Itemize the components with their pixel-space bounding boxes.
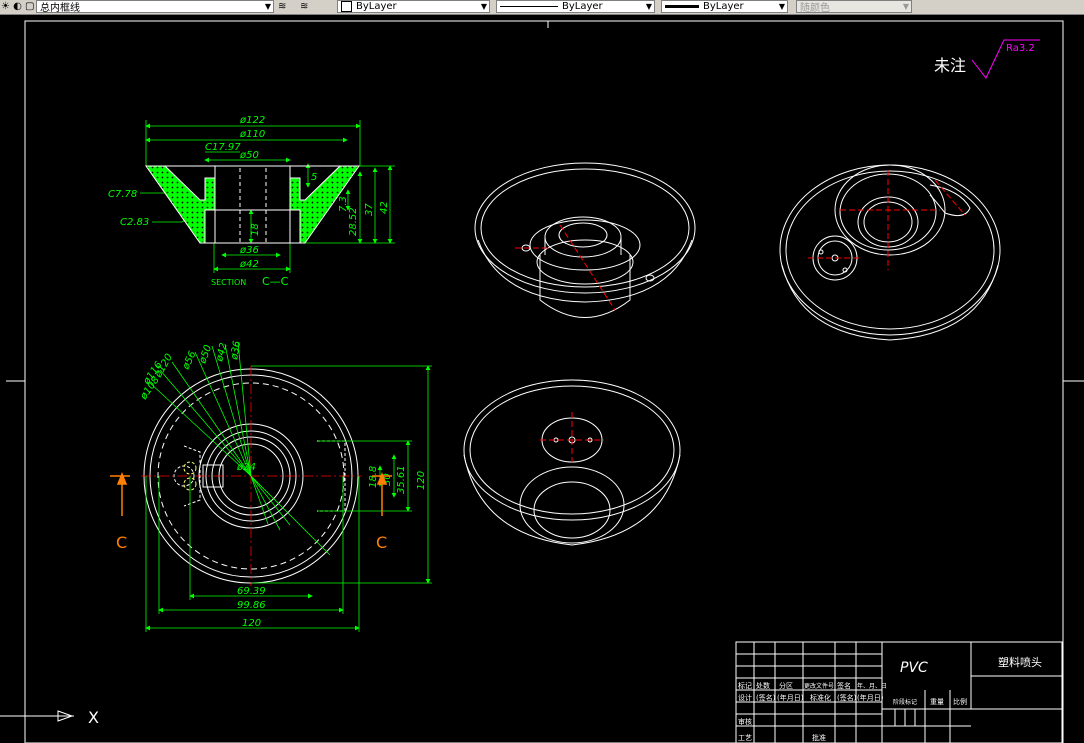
tb-stage-1: 重量: [930, 698, 944, 706]
plan-dim-3561: 35.61: [396, 465, 407, 494]
plan-dim-9986: 99.86: [237, 600, 266, 611]
cut-label-right: C: [376, 533, 387, 552]
tb-header-2: 分区: [779, 681, 793, 690]
section-dim-c283: C2.83: [120, 217, 149, 228]
iso-view-3[interactable]: [463, 379, 681, 546]
chevron-down-icon: ▼: [264, 2, 271, 11]
tb-header-1: 处数: [756, 681, 770, 690]
tb-header-0: 标记: [738, 681, 752, 690]
plan-dim-dia42: ø42: [214, 342, 230, 364]
lineweight-combo[interactable]: ByLayer ▼: [661, 0, 788, 13]
tb-header-5: 年、月、日: [857, 682, 887, 690]
tb-header-3: 更改文件号: [804, 682, 834, 690]
drawing-canvas[interactable]: 未注 Ra3.2 ø122 ø110 C17.97 ø50 C7.78 C2.8…: [0, 15, 1084, 743]
tb-stage-0: 阶段标记: [893, 698, 917, 706]
section-dim-37: 37: [364, 203, 375, 216]
section-dim-dia50: ø50: [239, 150, 259, 161]
section-dim-5: 5: [311, 172, 317, 183]
tb-row2-2: (年月日): [777, 693, 804, 702]
chevron-down-icon: ▼: [902, 2, 909, 11]
plan-dim-120-v: 120: [416, 471, 427, 490]
lineweight-combo-value: ByLayer: [703, 1, 744, 12]
material-text: PVC: [900, 660, 928, 676]
linetype-sample: [500, 6, 558, 7]
tb-header-4: 签名: [837, 681, 851, 690]
tb-row2-3: 标准化: [810, 693, 831, 702]
plotstyle-combo[interactable]: 随颜色 ▼: [796, 0, 912, 14]
section-caption: SECTION: [211, 278, 246, 287]
title-block-text: PVC 塑料喷头 标记 处数 分区 更改文件号 签名 年、月、日 设计 (签名)…: [738, 655, 1042, 742]
make-layer-current-icon[interactable]: ≋: [278, 1, 286, 13]
chevron-down-icon: ▼: [480, 2, 487, 11]
layer-combo-value: 总内框线: [40, 3, 80, 14]
layer-state-icons[interactable]: ☀ ◐ ▢: [1, 1, 35, 13]
chevron-down-icon: ▼: [645, 2, 652, 11]
section-dim-dia110: ø110: [239, 129, 265, 140]
cut-label-left: C: [116, 533, 127, 552]
surface-roughness-note: 未注 Ra3.2: [934, 39, 1040, 79]
plan-dim-dia24: ø24: [236, 462, 256, 473]
linetype-combo[interactable]: ByLayer ▼: [496, 0, 655, 13]
tb-row2-0: 设计: [738, 693, 752, 702]
lineweight-sample: [665, 5, 699, 8]
chevron-down-icon: ▼: [778, 2, 785, 11]
section-dim-18: 18: [250, 223, 261, 236]
color-combo[interactable]: ByLayer ▼: [337, 0, 490, 13]
linetype-combo-value: ByLayer: [562, 1, 603, 12]
section-dim-dia42: ø42: [239, 259, 259, 270]
tb-row2-1: (签名): [756, 693, 776, 702]
section-dim-dia122: ø122: [239, 115, 265, 126]
section-caption-cc: C—C: [262, 275, 289, 288]
properties-toolbar: ☀ ◐ ▢ 总内框线 ▼ ≋ ≋ ByLayer ▼ ByLayer ▼ ByL…: [0, 0, 1084, 15]
plan-dim-dia50: ø50: [197, 344, 214, 366]
tb-row4-0: 工艺: [738, 734, 752, 742]
section-dim-42: 42: [379, 201, 390, 214]
plan-dim-dia56: ø56: [180, 350, 198, 373]
iso-view-2[interactable]: [779, 164, 1001, 341]
section-dim-c1797: C17.97: [205, 142, 241, 153]
tb-row2-4: (签名): [837, 693, 857, 702]
plan-dim-6939: 69.39: [237, 586, 266, 597]
layer-previous-icon[interactable]: ≋: [300, 1, 308, 13]
section-dim-2852: 28.52: [348, 207, 359, 236]
section-dim-dia36: ø36: [239, 245, 259, 256]
plan-dim-120-h: 120: [242, 618, 261, 629]
tb-row2-5: (年月日): [857, 693, 884, 702]
ucs-x-label: X: [88, 708, 99, 727]
tb-stage-2: 比例: [953, 697, 967, 706]
roughness-text: Ra3.2: [1006, 43, 1035, 54]
surface-note-text: 未注: [934, 56, 966, 75]
layer-combo[interactable]: 总内框线 ▼: [36, 0, 274, 14]
color-swatch: [341, 1, 352, 12]
ucs-icon: X: [0, 708, 99, 727]
tb-row3-0: 审核: [738, 717, 752, 726]
part-name-text: 塑料喷头: [998, 655, 1042, 669]
plan-view[interactable]: ø108 ø116 ø120 ø56 ø50 ø42 ø36 ø24 18.8 …: [110, 340, 432, 632]
tb-row4-1: 批准: [812, 733, 826, 742]
iso-view-1[interactable]: [474, 162, 696, 318]
plotstyle-combo-value: 随颜色: [800, 3, 830, 14]
color-combo-value: ByLayer: [356, 1, 397, 12]
section-view[interactable]: ø122 ø110 C17.97 ø50 C7.78 C2.83 5 7.3 2…: [108, 115, 395, 288]
plan-dim-dia36: ø36: [229, 340, 243, 361]
section-dim-c778: C7.78: [108, 189, 137, 200]
